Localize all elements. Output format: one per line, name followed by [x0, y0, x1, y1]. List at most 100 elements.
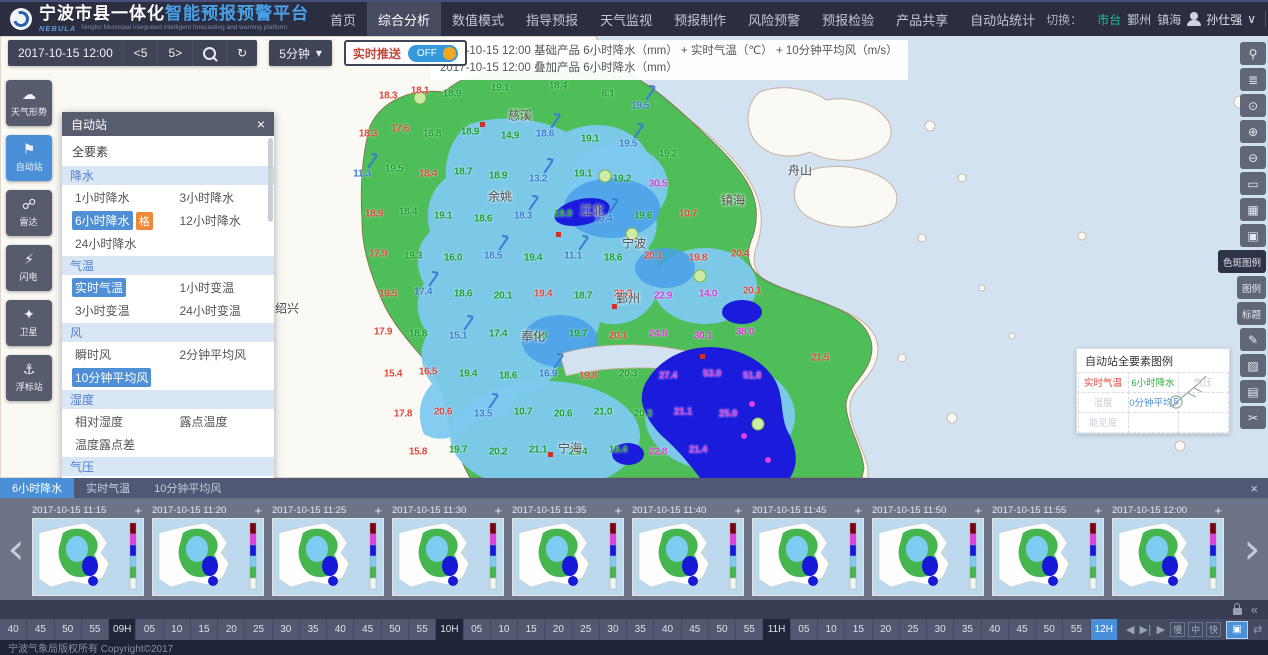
- close-icon[interactable]: ×: [257, 116, 265, 132]
- search-button[interactable]: [193, 40, 227, 66]
- menu-item-预报制作[interactable]: 预报制作: [663, 2, 737, 36]
- prev-frame-icon[interactable]: ◀: [1126, 623, 1134, 636]
- thumbnail-map[interactable]: [752, 518, 864, 596]
- time-cell-15[interactable]: 15: [191, 619, 218, 640]
- time-cell-55[interactable]: 55: [409, 619, 436, 640]
- thumbnail[interactable]: 2017-10-15 11:50+: [872, 502, 984, 596]
- add-icon[interactable]: +: [132, 503, 144, 518]
- thumbnail[interactable]: 2017-10-15 11:45+: [752, 502, 864, 596]
- close-icon[interactable]: ×: [1250, 481, 1258, 496]
- time-cell-20[interactable]: 20: [218, 619, 245, 640]
- time-cell-25[interactable]: 25: [900, 619, 927, 640]
- thumbnail-map[interactable]: [992, 518, 1104, 596]
- time-cell-45[interactable]: 45: [354, 619, 381, 640]
- time-cell-15[interactable]: 15: [845, 619, 872, 640]
- step-back-button[interactable]: <5: [124, 40, 159, 66]
- screen-icon[interactable]: ▣: [1240, 224, 1266, 247]
- thumbnail-map[interactable]: [32, 518, 144, 596]
- thumbnail[interactable]: 2017-10-15 11:20+: [152, 502, 264, 596]
- add-icon[interactable]: +: [252, 503, 264, 518]
- time-cell-05[interactable]: 05: [791, 619, 818, 640]
- carousel-next-icon[interactable]: ›: [1236, 528, 1268, 570]
- thumbnail[interactable]: 2017-10-15 12:00+: [1112, 502, 1224, 596]
- thumbnail-map[interactable]: [632, 518, 744, 596]
- add-icon[interactable]: +: [612, 503, 624, 518]
- draw-icon[interactable]: ✎: [1240, 328, 1266, 351]
- sidebar-item-自动站[interactable]: ⚑自动站: [6, 135, 52, 181]
- add-icon[interactable]: +: [1092, 503, 1104, 518]
- collapse-icon[interactable]: «: [1251, 602, 1258, 617]
- thumbnail-map[interactable]: [392, 518, 504, 596]
- speed-button-快[interactable]: 快: [1206, 622, 1221, 637]
- panel-item-1小时变温[interactable]: 1小时变温: [170, 276, 270, 299]
- add-icon[interactable]: +: [972, 503, 984, 518]
- thumbnail-map[interactable]: [152, 518, 264, 596]
- refresh-button[interactable]: ↻: [227, 40, 257, 66]
- time-cell-40[interactable]: 40: [0, 619, 27, 640]
- sidebar-item-浮标站[interactable]: ⚓浮标站: [6, 355, 52, 401]
- lock-icon[interactable]: [1233, 608, 1242, 615]
- time-cell-10[interactable]: 10: [164, 619, 191, 640]
- time-cell-40[interactable]: 40: [654, 619, 681, 640]
- time-cell-40[interactable]: 40: [327, 619, 354, 640]
- add-icon[interactable]: +: [852, 503, 864, 518]
- legend-button[interactable]: 图例: [1237, 276, 1266, 299]
- datetime-picker[interactable]: 2017-10-15 12:00: [8, 40, 124, 66]
- measure-icon[interactable]: ▭: [1240, 172, 1266, 195]
- time-cell-10[interactable]: 10: [818, 619, 845, 640]
- next-frame-icon[interactable]: ▶|: [1139, 623, 1151, 636]
- layers-icon[interactable]: ≣: [1240, 68, 1266, 91]
- carousel-prev-icon[interactable]: ‹: [0, 528, 32, 570]
- time-cell-09H[interactable]: 09H: [109, 619, 136, 640]
- time-cell-05[interactable]: 05: [136, 619, 163, 640]
- thumbnail[interactable]: 2017-10-15 11:40+: [632, 502, 744, 596]
- menu-item-预报检验[interactable]: 预报检验: [811, 2, 885, 36]
- export-image-button[interactable]: ▣: [1226, 621, 1248, 639]
- time-cell-55[interactable]: 55: [82, 619, 109, 640]
- time-cell-50[interactable]: 50: [1036, 619, 1063, 640]
- zoom-in-icon[interactable]: ⊕: [1240, 120, 1266, 143]
- switch-option-镇海[interactable]: 镇海: [1157, 13, 1181, 27]
- menu-item-风险预警[interactable]: 风险预警: [737, 2, 811, 36]
- panel-item-12小时降水[interactable]: 12小时降水: [170, 209, 270, 232]
- sidebar-item-天气形势[interactable]: ☁天气形势: [6, 80, 52, 126]
- panel-item-24小时变温[interactable]: 24小时变温: [170, 299, 270, 322]
- thumbnail[interactable]: 2017-10-15 11:30+: [392, 502, 504, 596]
- add-icon[interactable]: +: [1212, 503, 1224, 518]
- play-icon[interactable]: ▶: [1157, 623, 1165, 636]
- panel-item-相对湿度[interactable]: 相对湿度: [66, 410, 170, 433]
- speed-button-慢[interactable]: 慢: [1170, 622, 1185, 637]
- time-cell-20[interactable]: 20: [545, 619, 572, 640]
- sidebar-item-雷达[interactable]: ☍雷达: [6, 190, 52, 236]
- map-mode-icon[interactable]: ▤: [1240, 380, 1266, 403]
- menu-item-数值模式[interactable]: 数值模式: [441, 2, 515, 36]
- time-cell-50[interactable]: 50: [382, 619, 409, 640]
- image-export-icon[interactable]: ▨: [1240, 354, 1266, 377]
- panel-item-2分钟平均风[interactable]: 2分钟平均风: [170, 343, 270, 366]
- panel-item-温度露点差[interactable]: 温度露点差: [66, 433, 170, 456]
- zoom-out-icon[interactable]: ⊖: [1240, 146, 1266, 169]
- loop-icon[interactable]: ⇄: [1253, 623, 1262, 636]
- menu-item-指导预报[interactable]: 指导预报: [515, 2, 589, 36]
- menu-item-自动站统计[interactable]: 自动站统计: [959, 2, 1046, 36]
- panel-item-10分钟平均风[interactable]: 10分钟平均风: [66, 366, 170, 389]
- grid-icon[interactable]: ▦: [1240, 198, 1266, 221]
- tab-10分钟平均风[interactable]: 10分钟平均风: [142, 478, 233, 498]
- tab-6小时降水[interactable]: 6小时降水: [0, 478, 74, 498]
- add-icon[interactable]: +: [372, 503, 384, 518]
- thumbnail[interactable]: 2017-10-15 11:15+: [32, 502, 144, 596]
- color-patch-legend-button[interactable]: 色斑图例: [1218, 250, 1266, 273]
- time-cell-50[interactable]: 50: [709, 619, 736, 640]
- tab-实时气温[interactable]: 实时气温: [74, 478, 142, 498]
- panel-scrollbar[interactable]: [268, 138, 273, 222]
- switch-option-鄞州[interactable]: 鄞州: [1127, 13, 1151, 27]
- thumbnail-map[interactable]: [512, 518, 624, 596]
- time-cell-20[interactable]: 20: [873, 619, 900, 640]
- thumbnail-map[interactable]: [1112, 518, 1224, 596]
- time-cell-55[interactable]: 55: [736, 619, 763, 640]
- add-icon[interactable]: +: [492, 503, 504, 518]
- time-cell-10H[interactable]: 10H: [436, 619, 463, 640]
- user-menu[interactable]: 孙仕强 ∨: [1190, 11, 1256, 28]
- menu-item-首页[interactable]: 首页: [319, 2, 367, 36]
- time-cell-45[interactable]: 45: [682, 619, 709, 640]
